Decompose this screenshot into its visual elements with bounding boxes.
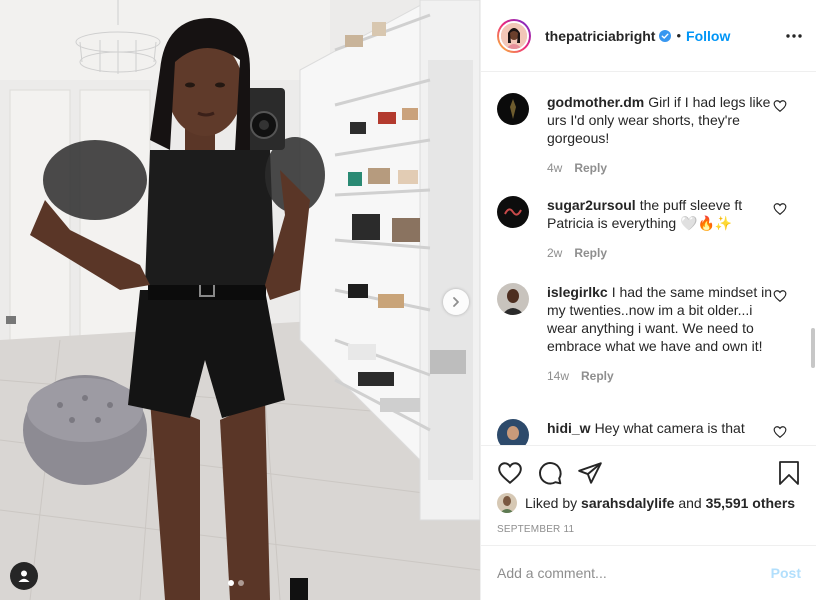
user-icon xyxy=(18,570,30,582)
like-heart-icon[interactable] xyxy=(497,460,523,486)
liker-username[interactable]: sarahsdalylife xyxy=(581,495,674,511)
comment-item: sugar2ursoul the puff sleeve ft Patricia … xyxy=(497,196,803,262)
heart-icon[interactable] xyxy=(773,202,787,216)
carousel-dot-active xyxy=(228,580,234,586)
chevron-right-icon xyxy=(453,297,459,307)
verified-badge-icon xyxy=(659,29,672,42)
header-separator: • xyxy=(676,28,682,43)
carousel-indicator xyxy=(228,580,244,586)
comment-item: godmother.dm Girl if I had legs like urs … xyxy=(497,93,803,177)
reply-button[interactable]: Reply xyxy=(574,161,607,175)
post-comment-button[interactable]: Post xyxy=(771,565,801,581)
comment-list[interactable]: godmother.dm Girl if I had legs like urs … xyxy=(481,73,816,445)
avatar-image xyxy=(501,22,527,49)
next-slide-button[interactable] xyxy=(443,289,469,315)
more-horizontal-icon[interactable] xyxy=(785,24,803,48)
post-image xyxy=(0,0,480,600)
comment-item: islegirlkc I had the same mindset in my t… xyxy=(497,283,803,385)
commenter-avatar[interactable] xyxy=(497,93,529,125)
commenter-avatar[interactable] xyxy=(497,419,529,445)
heart-icon[interactable] xyxy=(773,289,787,303)
post-actions: Liked by sarahsdalylife and 35,591 other… xyxy=(481,445,816,545)
liker-avatar[interactable] xyxy=(497,493,517,513)
post-date[interactable]: SEPTEMBER 11 xyxy=(497,524,574,535)
likes-count[interactable]: 35,591 others xyxy=(706,495,796,511)
likes-and: and xyxy=(678,495,702,511)
heart-icon[interactable] xyxy=(773,99,787,113)
comment-bubble-icon[interactable] xyxy=(537,460,563,486)
bookmark-icon[interactable] xyxy=(777,460,801,486)
comments-scrollbar[interactable] xyxy=(811,328,815,368)
comment-item: hidi_w Hey what camera is that xyxy=(497,419,803,445)
carousel-dot xyxy=(238,580,244,586)
post-side-panel: thepatriciabright • Follow godmother.dm xyxy=(480,0,816,600)
commenter-username[interactable]: godmother.dm xyxy=(547,94,644,110)
post-header: thepatriciabright • Follow xyxy=(481,0,816,72)
share-paper-plane-icon[interactable] xyxy=(577,460,603,486)
heart-icon[interactable] xyxy=(773,425,787,439)
tagged-users-button[interactable] xyxy=(10,562,38,590)
likes-summary: Liked by sarahsdalylife and 35,591 other… xyxy=(497,493,795,513)
comment-time[interactable]: 4w xyxy=(547,161,562,175)
add-comment-bar: Post xyxy=(481,545,816,600)
post-photo[interactable] xyxy=(0,0,480,600)
likes-prefix: Liked by xyxy=(525,495,578,511)
commenter-username[interactable]: sugar2ursoul xyxy=(547,197,636,213)
commenter-username[interactable]: hidi_w xyxy=(547,420,591,436)
reply-button[interactable]: Reply xyxy=(574,246,607,260)
reply-button[interactable]: Reply xyxy=(581,369,614,383)
commenter-username[interactable]: islegirlkc xyxy=(547,284,608,300)
comment-text: Hey what camera is that xyxy=(594,420,745,436)
comment-time[interactable]: 14w xyxy=(547,369,569,383)
owner-username[interactable]: thepatriciabright xyxy=(545,28,655,44)
add-comment-input[interactable] xyxy=(497,565,771,581)
follow-button[interactable]: Follow xyxy=(686,28,730,44)
owner-avatar[interactable] xyxy=(497,18,531,53)
commenter-avatar[interactable] xyxy=(497,283,529,315)
comment-time[interactable]: 2w xyxy=(547,246,562,260)
commenter-avatar[interactable] xyxy=(497,196,529,228)
